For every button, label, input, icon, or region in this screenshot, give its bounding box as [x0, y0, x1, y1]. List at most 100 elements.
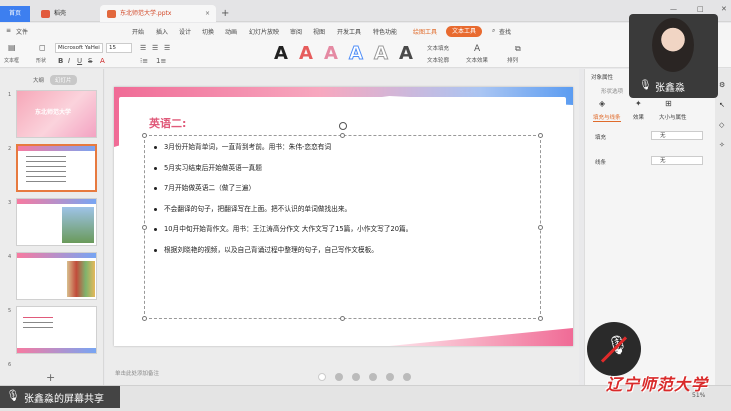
document-tab[interactable]: 东北师范大学.pptx × [100, 5, 216, 22]
tab-effects[interactable]: 效果 [633, 113, 644, 121]
arrange-icon[interactable]: ⧉ [515, 44, 521, 54]
bold-icon[interactable]: B [58, 57, 63, 65]
shape-options-tab[interactable]: 形状选项 [601, 87, 623, 95]
align-left-icon[interactable]: ☰ [140, 44, 146, 52]
animation-icon[interactable]: ✧ [719, 141, 725, 149]
notes-placeholder[interactable]: 单击此处添加备注 [115, 369, 159, 377]
wordart-style-6[interactable]: A [399, 43, 413, 64]
slide-thumb-row[interactable]: 1 东北师范大学 [5, 90, 100, 140]
wordart-style-2[interactable]: A [299, 43, 313, 64]
resize-handle[interactable] [538, 316, 543, 321]
resize-handle[interactable] [538, 225, 543, 230]
text-effect-button[interactable]: 文本效果 [466, 56, 488, 64]
menu-home[interactable]: 开始 [132, 27, 144, 36]
fill-select[interactable]: 无 [651, 131, 703, 140]
tab-fill-line[interactable]: 填充与线条 [593, 113, 621, 122]
slide-thumb[interactable]: 东北师范大学 [16, 90, 97, 138]
outline-tab[interactable]: 大纲 [28, 75, 49, 85]
text-outline-button[interactable]: 文本轮廓 [427, 56, 449, 64]
new-tab-button[interactable]: + [221, 8, 229, 19]
close-tab-icon[interactable]: × [205, 5, 210, 22]
pager-dot[interactable] [369, 373, 377, 381]
menu-features[interactable]: 特色功能 [373, 27, 397, 36]
numbered-list-icon[interactable]: 1≡ [156, 57, 166, 65]
pager-dot[interactable] [318, 373, 326, 381]
slide-thumb[interactable] [16, 252, 97, 300]
menu-text-tools[interactable]: 文本工具 [446, 26, 482, 37]
menu-slideshow[interactable]: 幻灯片放映 [249, 27, 279, 36]
pager-dot[interactable] [335, 373, 343, 381]
resize-handle[interactable] [538, 133, 543, 138]
slide-thumb-row[interactable]: 6 [5, 360, 100, 368]
bullet-item[interactable]: 3月份开始背单词，一直背到考前。用书：朱伟-恋恋有词 [154, 137, 534, 158]
shape-style-icon[interactable]: ◇ [719, 121, 724, 129]
align-center-icon[interactable]: ☰ [152, 44, 158, 52]
underline-icon[interactable]: U [77, 57, 82, 65]
bullet-item[interactable]: 不会翻译的句子，把翻译写在上面。把不认识的单词做找出来。 [154, 199, 534, 220]
bullet-item[interactable]: 10月中旬开始背作文。用书：王江涛高分作文 大作文写了15篇，小作文写了20篇。 [154, 219, 534, 240]
resize-handle[interactable] [142, 133, 147, 138]
menu-review[interactable]: 审阅 [290, 27, 302, 36]
slide-title[interactable]: 英语二: [149, 115, 186, 131]
search-label[interactable]: 查找 [499, 27, 511, 36]
italic-icon[interactable]: I [68, 57, 70, 65]
maximize-button[interactable]: □ [697, 5, 704, 13]
menu-transition[interactable]: 切换 [202, 27, 214, 36]
slide-thumb-row[interactable]: 3 [5, 198, 100, 248]
menu-developer[interactable]: 开发工具 [337, 27, 361, 36]
wordart-style-4[interactable]: A [349, 43, 364, 65]
wordart-style-3[interactable]: A [324, 43, 338, 64]
close-window-button[interactable]: ✕ [721, 5, 727, 13]
wordart-style-5[interactable]: A [374, 43, 389, 65]
rotate-handle-icon[interactable] [339, 122, 347, 130]
menu-design[interactable]: 设计 [179, 27, 191, 36]
search-icon[interactable]: ⌕ [492, 27, 495, 35]
arrange-button[interactable]: 排列 [507, 56, 518, 64]
fill-line-icon[interactable]: ◈ [599, 99, 605, 108]
resize-handle[interactable] [142, 225, 147, 230]
align-right-icon[interactable]: ☰ [164, 44, 170, 52]
textbox-label[interactable]: 文本框 [4, 57, 19, 64]
line-select[interactable]: 无 [651, 156, 703, 165]
wordart-style-1[interactable]: A [274, 43, 288, 64]
bullet-item[interactable]: 根据刘晓艳的视频，以及自己背诵过程中整理的句子，自己写作文模板。 [154, 240, 534, 261]
textbox-icon[interactable]: ▤ [8, 43, 16, 52]
mute-button[interactable]: 🎙 [587, 322, 641, 376]
bullet-list-icon[interactable]: ⁝≡ [140, 57, 148, 65]
slide[interactable]: 英语二: 3月份开始背单词，一直背到考前。用书：朱伟-恋恋有词 5月实习结束后开… [114, 87, 573, 346]
select-icon[interactable]: ↖ [719, 101, 725, 109]
font-select[interactable]: Microsoft YaHei [55, 43, 103, 53]
shape-icon[interactable]: ◻ [39, 43, 46, 52]
slide-thumb-row[interactable]: 4 [5, 252, 100, 302]
font-color-icon[interactable]: A [100, 57, 105, 65]
docer-tab[interactable]: 稻壳 [34, 5, 98, 22]
size-properties-icon[interactable]: ⊞ [665, 99, 672, 108]
menu-file[interactable]: 文件 [16, 27, 28, 36]
menu-animation[interactable]: 动画 [225, 27, 237, 36]
pager-dot[interactable] [352, 373, 360, 381]
hamburger-icon[interactable]: ≡ [6, 27, 11, 34]
menu-drawing-tools[interactable]: 绘图工具 [413, 27, 437, 36]
resize-handle[interactable] [142, 316, 147, 321]
text-effect-icon[interactable]: A [474, 44, 480, 54]
slide-thumb-row[interactable]: 2 [5, 144, 100, 194]
slide-thumb-row[interactable]: 5 [5, 306, 100, 356]
bullet-item[interactable]: 5月实习结束后开始做英语一真题 [154, 158, 534, 179]
add-slide-button[interactable]: + [46, 371, 55, 384]
pager-dot[interactable] [386, 373, 394, 381]
slides-tab[interactable]: 幻灯片 [50, 75, 77, 85]
shape-label[interactable]: 形状 [36, 57, 46, 64]
slide-thumb[interactable] [16, 306, 97, 354]
resize-handle[interactable] [340, 316, 345, 321]
slide-thumb-selected[interactable] [16, 144, 97, 192]
effects-icon[interactable]: ✦ [635, 99, 642, 108]
minimize-button[interactable]: — [670, 5, 677, 13]
bullet-item[interactable]: 7月开始做英语二（做了三遍） [154, 178, 534, 199]
menu-insert[interactable]: 插入 [156, 27, 168, 36]
tab-size-properties[interactable]: 大小与属性 [659, 113, 687, 121]
font-size-select[interactable]: 15 [106, 43, 132, 53]
bullet-list[interactable]: 3月份开始背单词，一直背到考前。用书：朱伟-恋恋有词 5月实习结束后开始做英语一… [154, 137, 534, 260]
text-fill-button[interactable]: 文本填充 [427, 44, 449, 52]
pager-dot[interactable] [403, 373, 411, 381]
home-tab[interactable]: 首页 [0, 6, 30, 22]
